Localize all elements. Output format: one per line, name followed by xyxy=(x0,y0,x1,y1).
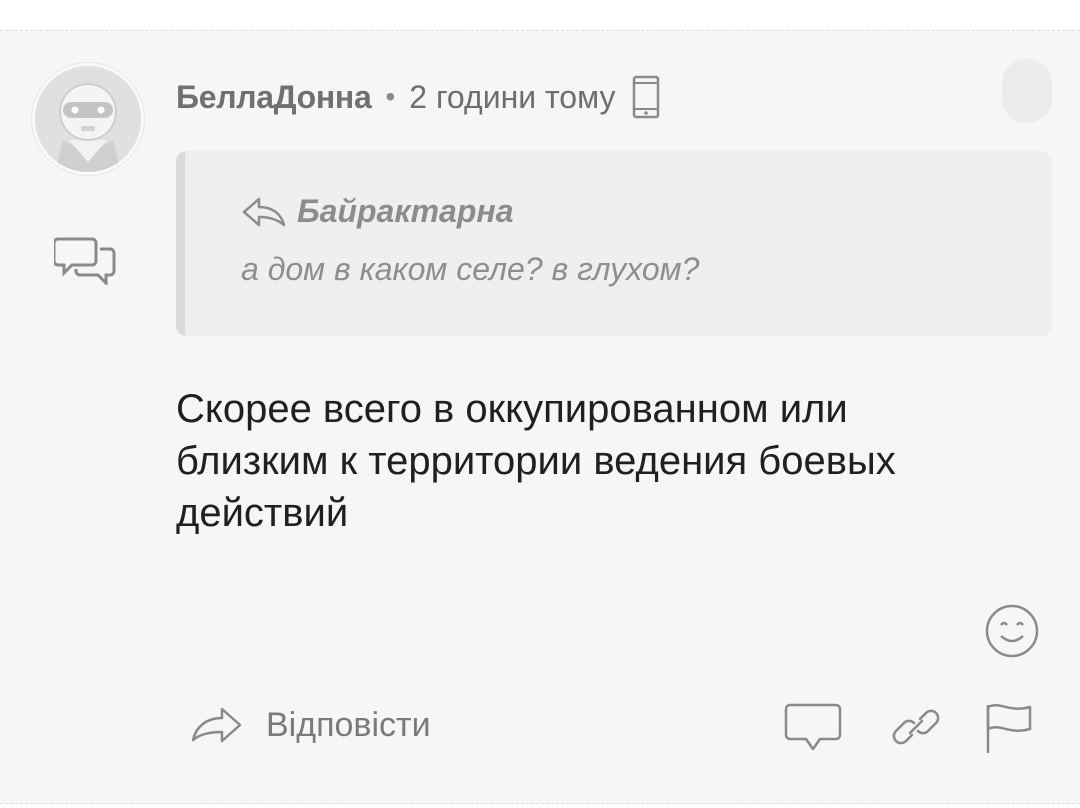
side-comments-indicator xyxy=(52,233,118,287)
comment-header: БеллаДонна • 2 години тому xyxy=(176,75,661,119)
link-icon xyxy=(892,709,940,745)
comment-bubble-icon xyxy=(784,703,842,751)
reply-arrow-icon xyxy=(241,195,287,229)
header-separator: • xyxy=(385,81,396,112)
smiley-icon xyxy=(985,604,1039,658)
reply-arrow-icon xyxy=(191,707,242,743)
quoted-comment[interactable]: Байрактарна а дом в каком селе? в глухом… xyxy=(176,151,1052,336)
robot-avatar-icon xyxy=(35,66,141,172)
quote-text: а дом в каком селе? в глухом? xyxy=(241,251,700,287)
copy-link-button[interactable] xyxy=(888,699,946,755)
comment-body-line: близким к территории ведения боевых xyxy=(176,439,896,483)
reply-label: Відповісти xyxy=(266,705,431,744)
comment-body-line: Скорее всего в оккупированном или xyxy=(176,387,848,431)
comment-button[interactable] xyxy=(784,699,842,755)
reaction-button[interactable] xyxy=(984,603,1040,659)
comment-menu-button[interactable] xyxy=(1002,59,1052,123)
speech-bubbles-icon xyxy=(52,237,116,287)
mobile-phone-icon xyxy=(631,75,661,119)
comment-card: БеллаДонна • 2 години тому Байрактарна а… xyxy=(0,30,1080,804)
flag-icon xyxy=(986,704,1032,753)
reply-button[interactable]: Відповісти xyxy=(190,695,431,755)
comment-body: Скорее всего в оккупированном или близки… xyxy=(176,383,1036,539)
comment-author[interactable]: БеллаДонна xyxy=(176,79,372,116)
comment-actions: Відповісти xyxy=(190,695,1050,755)
user-avatar[interactable] xyxy=(32,63,144,175)
report-button[interactable] xyxy=(980,699,1038,755)
quote-author-name: Байрактарна xyxy=(297,193,514,229)
quote-author-row: Байрактарна xyxy=(241,193,513,230)
comment-timestamp: 2 години тому xyxy=(409,78,616,115)
comment-body-line: действий xyxy=(176,491,349,535)
